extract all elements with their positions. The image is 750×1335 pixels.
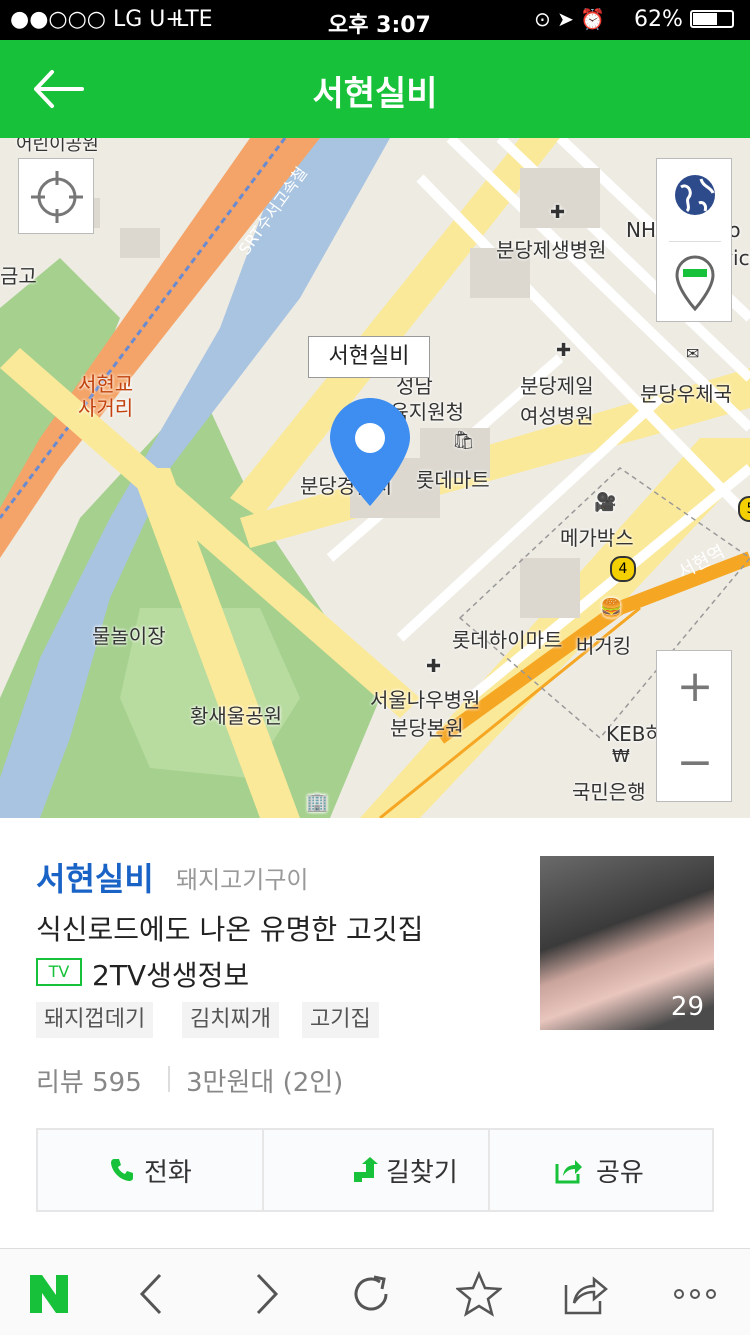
network-label: LTE: [176, 7, 213, 32]
tv-badge: TV: [36, 958, 82, 986]
tag-chip[interactable]: 김치찌개: [182, 1002, 279, 1038]
crosshair-icon: [31, 171, 83, 223]
app-header: 서현실비: [0, 40, 750, 138]
naver-logo-icon[interactable]: [26, 1271, 72, 1317]
share-button[interactable]: 공유: [490, 1130, 714, 1210]
battery-percent: 62%: [634, 7, 683, 32]
call-label: 전화: [144, 1158, 192, 1188]
place-category: 돼지고기구이: [176, 866, 309, 894]
map-label-seoul-hospital-b: 분당본원: [390, 716, 464, 740]
shopping-bag-icon: 🛍: [452, 430, 475, 451]
map-layer-controls: [656, 158, 732, 322]
call-button[interactable]: 전화: [38, 1130, 262, 1210]
more-icon[interactable]: [672, 1271, 718, 1317]
map-view[interactable]: 분당제생병원 NHNTechno Services 분당제일 여성병원 분당우체…: [0, 138, 750, 818]
cinema-icon: 🎥: [594, 492, 617, 513]
map-label-megabox: 메가박스: [560, 526, 634, 550]
map-label-hospital2a: 분당제일: [520, 374, 594, 398]
map-label-burgerking: 버거킹: [576, 634, 632, 658]
refresh-icon[interactable]: [348, 1271, 394, 1317]
map-label-kookmin: 국민은행: [572, 780, 646, 804]
tag-chip[interactable]: 고기집: [302, 1002, 379, 1038]
street-view-pin-icon[interactable]: [675, 255, 715, 311]
exit-5-marker: 5: [738, 496, 750, 522]
phone-icon: [111, 1159, 133, 1181]
exit-4-marker: 4: [610, 556, 636, 582]
tv-program: 2TV생생정보: [92, 959, 250, 992]
directions-arrow-icon: [354, 1157, 378, 1182]
globe-icon[interactable]: [673, 173, 717, 217]
status-bar: ●●○○○ LG U+ LTE 오후 3:07 ⊙ ➤ ⏰ 62%: [0, 0, 750, 40]
browser-toolbar: [0, 1248, 750, 1335]
map-label-hospital2b: 여성병원: [520, 404, 594, 428]
price-range: 3만원대 (2인): [186, 1068, 344, 1098]
restaurant-icon: 🍔: [600, 598, 623, 619]
hospital-icon: ✚: [550, 202, 566, 223]
hospital-icon: ✚: [426, 656, 442, 677]
battery-icon: [690, 10, 734, 28]
zoom-in-button[interactable]: +: [657, 651, 733, 727]
page-title: 서현실비: [312, 74, 438, 114]
photo-count: 29: [670, 992, 704, 1022]
map-label-waterpark: 물놀이장: [92, 624, 166, 648]
tag-chip[interactable]: 돼지껍데기: [36, 1002, 154, 1038]
map-label-park: 황새울공원: [190, 704, 282, 728]
place-callout[interactable]: 서현실비: [308, 336, 430, 378]
share-icon[interactable]: [562, 1271, 608, 1317]
meta-divider: [168, 1066, 170, 1092]
place-name[interactable]: 서현실비: [36, 854, 154, 900]
clock: 오후 3:07: [328, 13, 431, 38]
directions-button[interactable]: 길찾기: [264, 1130, 488, 1210]
hospital-icon: ✚: [556, 340, 572, 361]
review-count[interactable]: 리뷰 595: [36, 1062, 142, 1099]
map-label-himart: 롯데하이마트: [452, 628, 563, 652]
status-icons: ⊙ ➤ ⏰: [534, 7, 606, 31]
place-description: 식신로드에도 나온 유명한 고깃집: [36, 913, 424, 946]
my-location-button[interactable]: [18, 158, 94, 234]
action-bar: 전화 길찾기 공유: [36, 1128, 714, 1212]
location-pin-icon[interactable]: [328, 396, 412, 508]
directions-label: 길찾기: [386, 1158, 458, 1188]
map-label-hospital: 분당제생병원: [496, 238, 607, 262]
zoom-out-button[interactable]: −: [657, 727, 733, 803]
place-info-card[interactable]: 서현실비 돼지고기구이 식신로드에도 나온 유명한 고깃집 TV 2TV생생정보…: [0, 818, 750, 1248]
map-label-lotte: 롯데마트: [416, 468, 490, 492]
map-label-post: 분당우체국: [640, 382, 732, 406]
star-icon[interactable]: [456, 1271, 502, 1317]
back-icon[interactable]: [130, 1271, 176, 1317]
map-label-geumgo: 금고: [0, 264, 37, 288]
post-icon: ✉: [686, 344, 700, 363]
map-label-top: 어린이공원: [16, 138, 99, 155]
place-photo[interactable]: 29: [540, 856, 714, 1030]
map-label-seoul-hospital-a: 서울나우병원: [370, 688, 481, 712]
forward-icon[interactable]: [242, 1271, 288, 1317]
carrier-label: ●●○○○ LG U+: [10, 7, 184, 32]
share-label: 공유: [596, 1158, 644, 1188]
share-icon: [555, 1160, 582, 1184]
zoom-controls: + −: [656, 650, 732, 802]
map-label-seohyeon-b: 사거리: [78, 396, 134, 420]
bank-icon: ₩: [612, 746, 630, 767]
building-icon: 🏢: [306, 792, 329, 813]
